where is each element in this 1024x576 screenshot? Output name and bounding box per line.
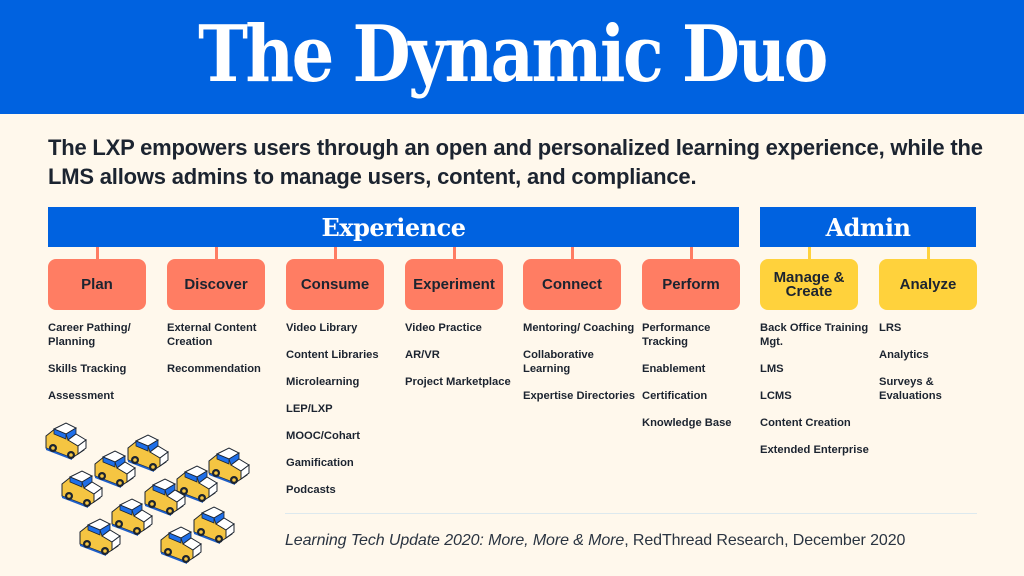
connector-line xyxy=(808,247,811,259)
stage-perform: Perform xyxy=(642,259,740,310)
connector-line xyxy=(334,247,337,259)
stage-items-list: Video Practice AR/VR Project Marketplace xyxy=(405,321,520,402)
stage-items-list: LRS Analytics Surveys & Evaluations xyxy=(879,321,994,416)
cars-illustration xyxy=(45,422,250,564)
stage-plan: Plan xyxy=(48,259,146,310)
list-item: Performance Tracking xyxy=(642,322,711,348)
divider xyxy=(285,513,977,514)
stage-label: Perform xyxy=(662,275,720,293)
list-item: Skills Tracking xyxy=(48,363,127,375)
list-item: Expertise Directories xyxy=(523,390,635,402)
list-item: Surveys & Evaluations xyxy=(879,376,942,402)
stage-label: Analyze xyxy=(899,275,957,293)
car-icon xyxy=(193,506,235,544)
list-item: MOOC/Cohart xyxy=(286,430,360,442)
list-item: Career Pathing/ Planning xyxy=(48,322,131,348)
stage-experiment: Experiment xyxy=(405,259,503,310)
list-item: Knowledge Base xyxy=(642,417,732,429)
stage-items-list: External Content Creation Recommendation xyxy=(167,321,282,389)
stage-manage-create: Manage & Create xyxy=(760,259,858,310)
connector-line xyxy=(927,247,930,259)
stage-analyze: Analyze xyxy=(879,259,977,310)
stage-label: Manage & Create xyxy=(773,268,845,300)
citation-title: Learning Tech Update 2020: More, More & … xyxy=(285,532,625,549)
list-item: LRS xyxy=(879,322,902,334)
stage-label: Discover xyxy=(184,275,248,293)
stage-items-list: Mentoring/ Coaching Collaborative Learnin… xyxy=(523,321,638,416)
stage-label: Experiment xyxy=(413,275,495,293)
car-icon xyxy=(127,434,169,472)
category-experience: Experience xyxy=(48,207,739,247)
car-icon xyxy=(45,422,87,460)
list-item: Gamification xyxy=(286,457,354,469)
list-item: Certification xyxy=(642,390,708,402)
list-item: Podcasts xyxy=(286,484,336,496)
stage-items-list: Career Pathing/ Planning Skills Tracking A… xyxy=(48,321,163,416)
connector-line xyxy=(690,247,693,259)
list-item: LMS xyxy=(760,363,784,375)
citation-source: , RedThread Research, December 2020 xyxy=(624,532,906,549)
stage-label: Plan xyxy=(81,275,113,293)
list-item: Assessment xyxy=(48,390,114,402)
list-item: Content Libraries xyxy=(286,349,379,361)
list-item: Enablement xyxy=(642,363,706,375)
list-item: Back Office Training Mgt. xyxy=(760,322,869,348)
connector-line xyxy=(215,247,218,259)
connector-line xyxy=(453,247,456,259)
connector-line xyxy=(571,247,574,259)
list-item: LCMS xyxy=(760,390,792,402)
category-admin: Admin xyxy=(760,207,976,247)
list-item: Analytics xyxy=(879,349,929,361)
stage-label: Connect xyxy=(542,275,602,293)
stage-consume: Consume xyxy=(286,259,384,310)
stage-connect: Connect xyxy=(523,259,621,310)
list-item: Video Library xyxy=(286,322,358,334)
stage-items-list: Video Library Content Libraries Microlearn… xyxy=(286,321,401,510)
stage-items-list: Performance Tracking Enablement Certificat… xyxy=(642,321,757,443)
list-item: AR/VR xyxy=(405,349,440,361)
stage-discover: Discover xyxy=(167,259,265,310)
citation: Learning Tech Update 2020: More, More & … xyxy=(285,532,905,550)
subtitle: The LXP empowers users through an open a… xyxy=(48,135,983,189)
list-item: Project Marketplace xyxy=(405,376,511,388)
list-item: Mentoring/ Coaching xyxy=(523,322,635,334)
list-item: Content Creation xyxy=(760,417,851,429)
stage-label: Consume xyxy=(300,275,370,293)
title-banner: The Dynamic Duo xyxy=(0,0,1024,114)
connector-line xyxy=(96,247,99,259)
list-item: Microlearning xyxy=(286,376,360,388)
stage-items-list: Back Office Training Mgt. LMS LCMS Content … xyxy=(760,321,875,470)
page-title: The Dynamic Duo xyxy=(198,9,828,100)
list-item: Video Practice xyxy=(405,322,482,334)
list-item: LEP/LXP xyxy=(286,403,333,415)
list-item: Recommendation xyxy=(167,363,261,375)
list-item: External Content Creation xyxy=(167,322,257,348)
list-item: Collaborative Learning xyxy=(523,349,594,375)
car-icon xyxy=(208,447,250,485)
list-item: Extended Enterprise xyxy=(760,444,869,456)
